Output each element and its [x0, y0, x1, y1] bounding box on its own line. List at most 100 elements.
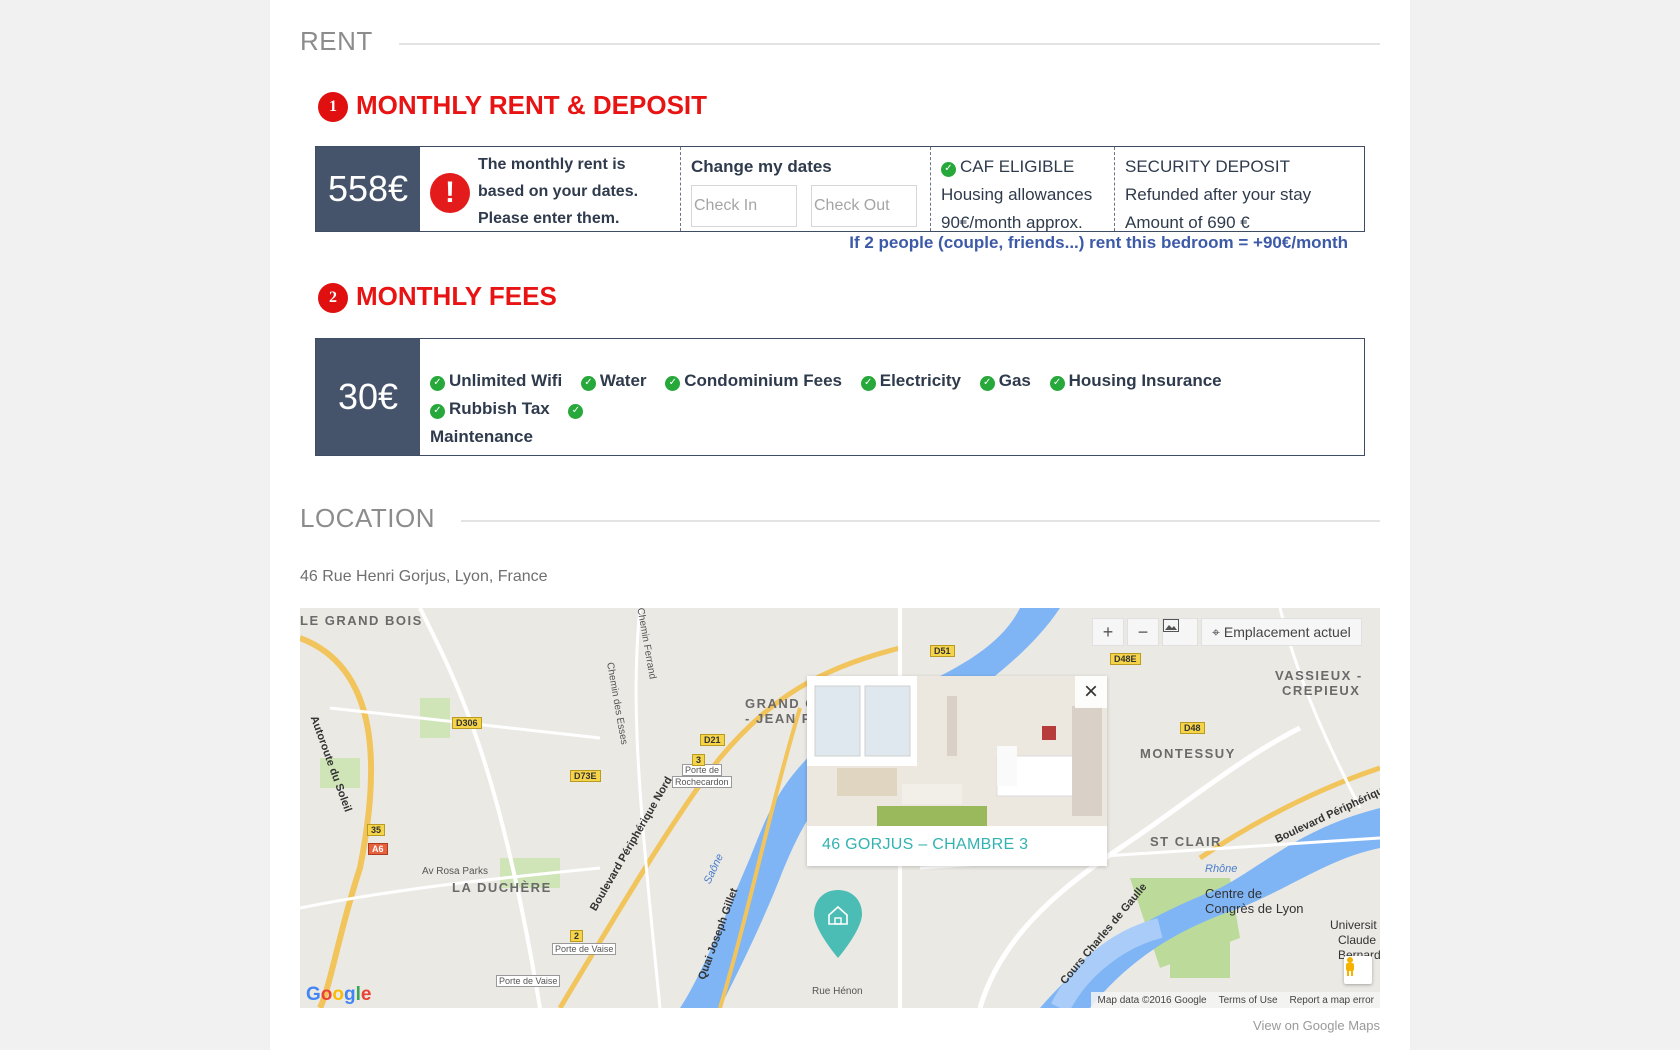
section-divider [398, 42, 1380, 45]
road-tag: A6 [368, 843, 388, 855]
location-section-header: LOCATION [300, 503, 1380, 534]
fee-item: ✓ Unlimited Wifi [430, 371, 562, 391]
map-label: LE GRAND BOIS [300, 613, 423, 628]
map-label: Rue Hénon [812, 986, 863, 997]
map-footer: Map data ©2016 Google Terms of Use Repor… [1091, 992, 1380, 1008]
alert-line-3: Please enter them. [478, 210, 620, 227]
room-photo[interactable]: × [807, 676, 1107, 826]
section-divider [460, 519, 1380, 522]
fees-list: ✓ Unlimited Wifi ✓ Water ✓ Condominium Fees… [420, 339, 1364, 455]
rent-deposit-box: 558€ ! The monthly rent is based on your… [315, 146, 1365, 232]
deposit-line-1: Refunded after your stay [1125, 185, 1312, 204]
fee-item: ✓ Rubbish Tax [430, 399, 550, 419]
check-circle-icon: ✓ [568, 403, 584, 419]
alert-message: The monthly rent is based on your dates.… [478, 151, 638, 232]
map-label: Rochecardon [672, 776, 732, 788]
map-label: GRAND C [745, 696, 817, 711]
check-in-input[interactable] [691, 185, 797, 227]
monthly-rent-price: 558€ [316, 147, 420, 231]
change-dates-title: Change my dates [691, 157, 832, 176]
map-label: Porte de Vaise [496, 975, 561, 987]
road-tag: D51 [930, 645, 955, 657]
deposit-title: SECURITY DEPOSIT [1125, 157, 1290, 176]
caf-line-1: Housing allowances [941, 185, 1093, 204]
rent-section-title: RENT [300, 26, 373, 56]
step2-number-badge: 2 [318, 283, 348, 313]
google-logo: Google [306, 984, 372, 1005]
check-circle-icon: ✓ [860, 375, 876, 391]
check-circle-icon: ✓ [430, 403, 445, 419]
fee-item: ✓ Condominium Fees [665, 371, 842, 391]
fee-item: ✓ Electricity [860, 371, 961, 391]
fee-item: ✓ Water [580, 371, 647, 391]
current-location-button[interactable]: ⌖ Emplacement actuel [1201, 618, 1362, 646]
map-label: CREPIEUX [1282, 683, 1361, 698]
map-label: Porte de Vaise [552, 943, 617, 955]
road-tag: 35 [367, 824, 386, 836]
map-type-button[interactable] [1162, 618, 1198, 646]
step1-title: MONTHLY RENT & DEPOSIT [356, 89, 708, 120]
change-dates: Change my dates [681, 147, 931, 231]
check-circle-icon: ✓ [580, 375, 596, 391]
rent-section-header: RENT [300, 26, 1380, 57]
alert-line-2: based on your dates. [478, 183, 639, 200]
caf-eligibility: ✓ CAF ELIGIBLE Housing allowances 90€/mon… [931, 147, 1115, 232]
image-icon [1163, 619, 1179, 632]
road-tag: D73E [570, 770, 601, 782]
street-view-pegman-icon[interactable] [1344, 956, 1372, 984]
caf-title: CAF ELIGIBLE [960, 157, 1075, 176]
fee-item: ✓ Housing Insurance [1049, 371, 1222, 391]
road-tag: D48 [1180, 722, 1205, 734]
check-circle-icon: ✓ [665, 375, 681, 391]
road-tag: 2 [570, 930, 584, 942]
property-popup[interactable]: × 46 GORJUS – CHAMBRE 3 [807, 676, 1107, 866]
road-tag: D48E [1110, 653, 1141, 665]
couple-note: If 2 people (couple, friends...) rent th… [849, 233, 1348, 252]
road-tag: D306 [452, 717, 482, 729]
page-content: RENT 1 MONTHLY RENT & DEPOSIT 558€ ! The… [270, 0, 1410, 1050]
check-circle-icon: ✓ [430, 375, 445, 391]
google-map[interactable]: LE GRAND BOIS GRAND C - JEAN P VASSIEUX … [300, 608, 1380, 1008]
monthly-fees-price: 30€ [316, 339, 420, 455]
popup-property-title[interactable]: 46 GORJUS – CHAMBRE 3 [807, 826, 1107, 864]
alert-line-1: The monthly rent is [478, 156, 626, 173]
dates-alert: ! The monthly rent is based on your date… [420, 147, 681, 231]
close-icon[interactable]: × [1075, 676, 1107, 708]
map-label: ST CLAIR [1150, 834, 1222, 849]
exclamation-icon: ! [430, 173, 470, 213]
step2-heading: 2 MONTHLY FEES [318, 279, 557, 313]
map-label: MONTESSUY [1140, 746, 1236, 761]
fee-item: ✓ [568, 399, 587, 419]
map-label: - JEAN P [745, 711, 812, 726]
home-marker-icon [814, 890, 862, 958]
map-label: Centre de [1205, 886, 1263, 901]
check-out-input[interactable] [811, 185, 917, 227]
current-location-label: Emplacement actuel [1223, 624, 1351, 640]
map-label: Congrès de Lyon [1205, 901, 1304, 916]
check-circle-icon: ✓ [979, 375, 995, 391]
map-label: VASSIEUX - [1275, 668, 1363, 683]
map-data-credit: Map data ©2016 Google [1097, 994, 1207, 1006]
room-photo-image [807, 676, 1107, 826]
fee-item: ✓ Gas [979, 371, 1031, 391]
map-label: Claude [1338, 933, 1377, 947]
report-map-error-link[interactable]: Report a map error [1290, 995, 1374, 1006]
fee-item-maintenance: Maintenance [430, 427, 533, 446]
zoom-in-button[interactable]: + [1092, 618, 1124, 646]
property-address: 46 Rue Henri Gorjus, Lyon, France [300, 568, 548, 585]
view-on-google-maps-link[interactable]: View on Google Maps [1253, 1018, 1380, 1033]
road-tag: 3 [692, 754, 706, 766]
terms-of-use-link[interactable]: Terms of Use [1219, 995, 1278, 1006]
step2-title: MONTHLY FEES [356, 280, 557, 311]
map-label: Universit [1330, 918, 1377, 932]
check-circle-icon: ✓ [1049, 375, 1065, 391]
step1-number-badge: 1 [318, 92, 348, 122]
step1-heading: 1 MONTHLY RENT & DEPOSIT [318, 88, 707, 122]
map-label: Rhône [1205, 863, 1238, 875]
check-circle-icon: ✓ [941, 161, 956, 177]
security-deposit: SECURITY DEPOSIT Refunded after your sta… [1115, 147, 1364, 232]
zoom-out-button[interactable]: − [1127, 618, 1159, 646]
map-label: Av Rosa Parks [422, 866, 488, 877]
crosshair-icon: ⌖ [1212, 623, 1220, 640]
monthly-fees-box: 30€ ✓ Unlimited Wifi ✓ Water ✓ Condominium … [315, 338, 1365, 456]
